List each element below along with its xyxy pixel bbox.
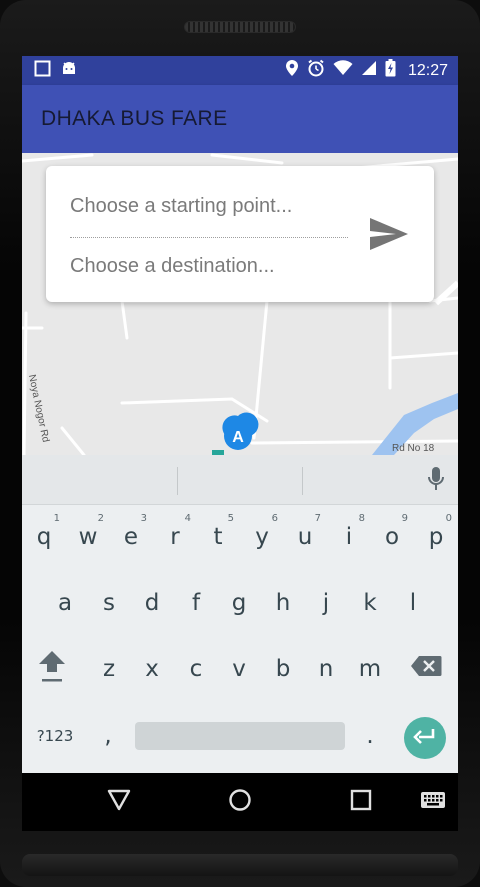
key-j[interactable]: j [306,575,346,631]
key-f[interactable]: f [176,575,216,631]
key-h[interactable]: h [263,575,303,631]
period-key[interactable]: . [350,708,390,764]
field-divider [70,237,348,238]
key-b[interactable]: b [263,641,303,697]
backspace-icon [410,655,442,683]
route-search-card [46,166,434,302]
shift-arrow-icon [37,648,67,690]
key-k[interactable]: k [350,575,390,631]
key-n[interactable]: n [306,641,346,697]
location-pin-icon [285,59,299,82]
keyboard-icon [420,791,446,814]
screen: 12:27 DHAKA BUS FARE A Noya Nogor Rd Rd … [22,56,458,829]
backspace-key[interactable] [406,641,446,697]
alarm-icon [307,59,325,82]
destination-input[interactable] [70,249,348,283]
wifi-icon [333,60,353,81]
key-z[interactable]: z [89,641,129,697]
road-label-rd-18: Rd No 18 [392,443,435,454]
key-w[interactable]: w2 [68,509,108,565]
phone-chin [22,854,458,876]
key-e[interactable]: e3 [111,509,151,565]
marker-label: A [232,429,244,446]
cell-signal-icon [361,60,377,81]
key-s[interactable]: s [89,575,129,631]
suggestion-divider [177,467,178,495]
nav-recents-button[interactable] [346,787,376,817]
key-a[interactable]: a [45,575,85,631]
nav-home-button[interactable] [225,787,255,817]
spacebar[interactable] [135,722,345,750]
battery-charging-icon [385,59,396,82]
comma-key[interactable]: , [88,708,128,764]
status-bar: 12:27 [22,56,458,85]
home-icon [228,788,252,817]
key-r[interactable]: r4 [155,509,195,565]
key-d[interactable]: d [132,575,172,631]
suggestion-strip [22,455,458,505]
notification-square-icon [34,60,51,82]
nav-keyboard-button[interactable] [418,787,448,817]
key-u[interactable]: u7 [285,509,325,565]
send-button[interactable] [366,216,412,256]
enter-key[interactable] [404,717,446,759]
key-v[interactable]: v [219,641,259,697]
status-time: 12:27 [407,61,448,79]
key-m[interactable]: m [350,641,390,697]
navigation-bar [22,773,458,831]
suggestion-divider [302,467,303,495]
app-title: DHAKA BUS FARE [41,107,228,130]
key-t[interactable]: t5 [198,509,238,565]
key-c[interactable]: c [176,641,216,697]
key-x[interactable]: x [132,641,172,697]
microphone-icon [427,466,445,497]
key-i[interactable]: i8 [329,509,369,565]
recents-icon [350,789,372,816]
key-l[interactable]: l [393,575,433,631]
send-icon [368,216,410,257]
key-y[interactable]: y6 [242,509,282,565]
back-icon [107,789,131,816]
enter-arrow-icon [413,727,437,750]
key-g[interactable]: g [219,575,259,631]
voice-input-button[interactable] [422,466,450,497]
nav-back-button[interactable] [104,787,134,817]
starting-point-input[interactable] [70,189,348,223]
key-q[interactable]: q1 [24,509,64,565]
shift-key[interactable] [32,641,72,697]
key-p[interactable]: p0 [416,509,456,565]
android-robot-icon [61,61,77,80]
app-bar: DHAKA BUS FARE [22,85,458,153]
key-o[interactable]: o9 [372,509,412,565]
symbols-key[interactable]: ?123 [32,708,78,764]
earpiece-speaker [184,21,296,33]
